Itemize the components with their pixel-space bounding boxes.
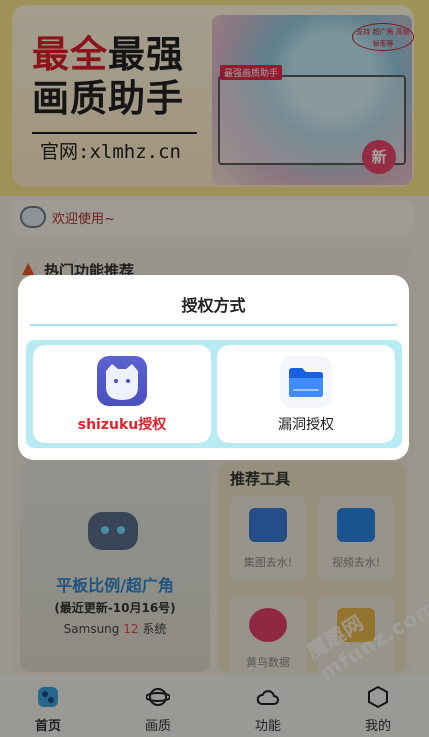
auth-options: shizuku授权 漏洞授权 xyxy=(26,340,402,448)
dialog-divider xyxy=(30,324,397,326)
shizuku-auth-option[interactable]: shizuku授权 xyxy=(33,345,211,443)
shizuku-icon xyxy=(97,356,147,406)
folder-icon xyxy=(280,356,332,408)
auth-method-dialog: 授权方式 shizuku授权 漏洞授权 xyxy=(18,275,409,460)
dialog-title: 授权方式 xyxy=(181,296,246,315)
exploit-auth-label: 漏洞授权 xyxy=(278,417,334,433)
shizuku-auth-label: shizuku授权 xyxy=(77,417,167,433)
exploit-auth-option[interactable]: 漏洞授权 xyxy=(217,345,395,443)
